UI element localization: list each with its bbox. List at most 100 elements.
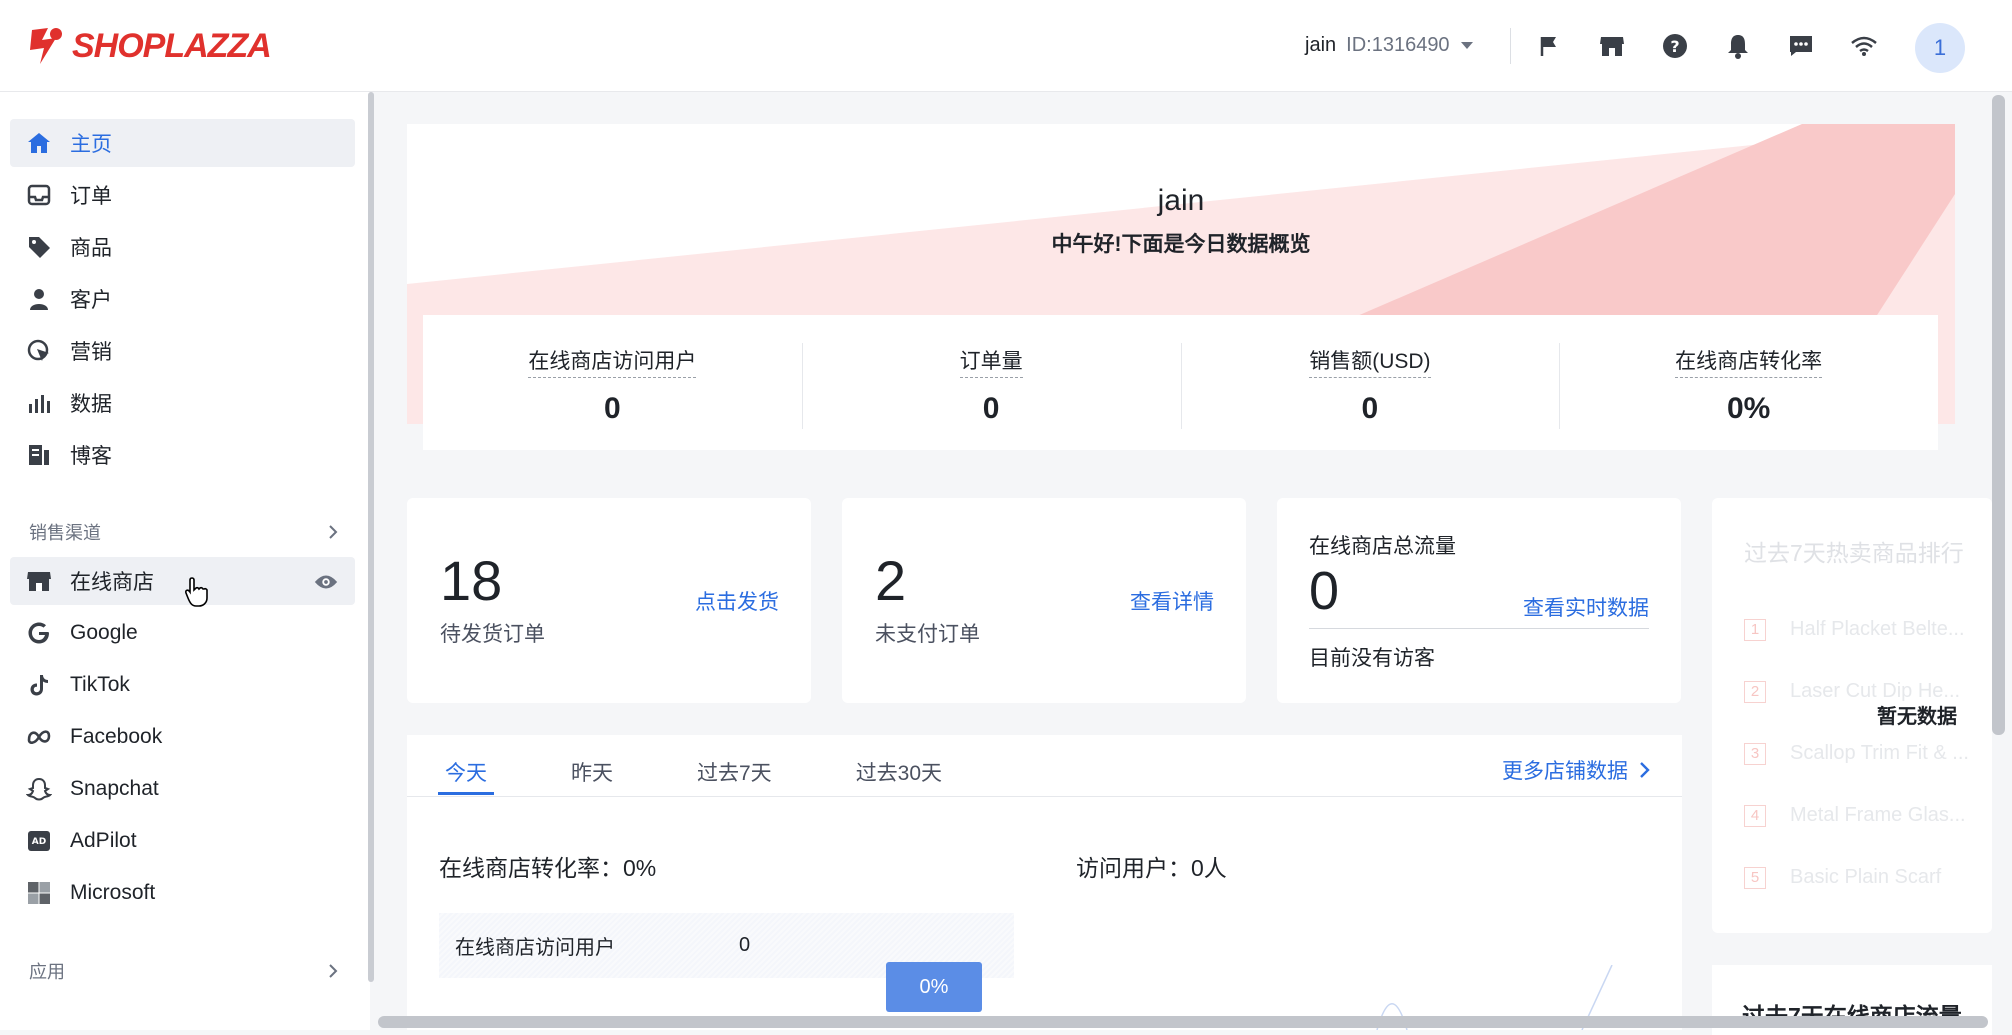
message-icon[interactable] xyxy=(1785,30,1817,62)
hot-product-item[interactable]: 1 Half Placket Belte... xyxy=(1744,618,1965,641)
sidebar-item-label: Google xyxy=(70,621,138,644)
sidebar-item-orders[interactable]: 订单 xyxy=(10,171,355,219)
visitors-kpi: 访问用户：0人 xyxy=(1076,855,1227,881)
sidebar-item-products[interactable]: 商品 xyxy=(10,223,355,271)
home-icon xyxy=(28,133,50,153)
sidebar-item-analytics[interactable]: 数据 xyxy=(10,379,355,427)
divider xyxy=(1309,628,1649,629)
stat-conversion: 在线商店转化率 0% xyxy=(1559,315,1938,450)
rank-badge: 3 xyxy=(1744,742,1766,765)
hot-product-item[interactable]: 3 Scallop Trim Fit & ... xyxy=(1744,742,1969,765)
blog-icon xyxy=(29,445,49,465)
wifi-icon[interactable] xyxy=(1848,30,1880,62)
inbox-icon xyxy=(27,184,51,206)
microsoft-icon xyxy=(28,882,50,904)
tag-icon xyxy=(29,237,50,258)
rank-badge: 5 xyxy=(1744,866,1766,889)
tiktok-icon xyxy=(30,675,48,696)
sidebar-item-label: 在线商店 xyxy=(70,571,154,594)
stat-label[interactable]: 订单量 xyxy=(959,345,1023,378)
sidebar-item-microsoft[interactable]: Microsoft xyxy=(10,869,355,917)
help-icon[interactable]: ? xyxy=(1659,30,1691,62)
flag-icon[interactable] xyxy=(1533,30,1565,62)
tab-last-7-days[interactable]: 过去7天 xyxy=(690,735,779,795)
sidebar: 主页 订单 商品 客户 营销 数据 博客 销售渠道 在线商店 Google Ti… xyxy=(0,92,370,1030)
avatar[interactable]: 1 xyxy=(1915,23,1965,73)
sidebar-item-google[interactable]: Google xyxy=(10,609,355,657)
sidebar-item-label: 博客 xyxy=(70,445,112,468)
tab-today[interactable]: 今天 xyxy=(438,735,494,795)
rank-badge: 2 xyxy=(1744,680,1766,703)
hot-product-item[interactable]: 4 Metal Frame Glas... xyxy=(1744,804,1966,827)
sidebar-item-label: Snapchat xyxy=(70,777,159,800)
bell-icon[interactable] xyxy=(1722,30,1754,62)
sidebar-item-label: 营销 xyxy=(70,341,112,364)
stat-label[interactable]: 在线商店访问用户 xyxy=(528,345,697,378)
sidebar-scrollbar[interactable] xyxy=(368,92,374,982)
chevron-right-icon xyxy=(1640,762,1650,778)
sidebar-item-label: Facebook xyxy=(70,725,163,748)
no-visitors-text: 目前没有访客 xyxy=(1309,647,1435,670)
realtime-data-link[interactable]: 查看实时数据 xyxy=(1523,592,1649,622)
stat-label[interactable]: 在线商店转化率 xyxy=(1675,345,1823,378)
apps-header[interactable]: 应用 xyxy=(29,958,339,984)
tab-yesterday[interactable]: 昨天 xyxy=(564,735,620,795)
sidebar-item-blog[interactable]: 博客 xyxy=(10,431,355,479)
hot-products-panel: 过去7天热卖商品排行 1 Half Placket Belte... 2 Laser… xyxy=(1712,498,1992,933)
tab-last-30-days[interactable]: 过去30天 xyxy=(849,735,949,795)
account-id: ID:1316490 xyxy=(1346,34,1450,56)
sidebar-item-snapchat[interactable]: Snapchat xyxy=(10,765,355,813)
funnel-percent-badge: 0% xyxy=(886,962,982,1012)
sidebar-item-label: 客户 xyxy=(70,289,112,312)
funnel-row-label: 在线商店访问用户 xyxy=(455,937,615,959)
sidebar-item-label: TikTok xyxy=(70,673,130,696)
sidebar-item-facebook[interactable]: Facebook xyxy=(10,713,355,761)
traffic-card: 在线商店总流量 0 查看实时数据 目前没有访客 xyxy=(1277,498,1681,703)
today-stats: 在线商店访问用户 0 订单量 0 销售额(USD) 0 在线商店转化率 0% xyxy=(423,315,1938,450)
no-data-text: 暂无数据 xyxy=(1877,706,1957,728)
stat-label[interactable]: 销售额(USD) xyxy=(1309,345,1431,378)
hand-cursor-icon xyxy=(185,577,208,607)
stat-visitors: 在线商店访问用户 0 xyxy=(423,315,802,450)
more-store-data-link[interactable]: 更多店铺数据 xyxy=(1502,755,1650,785)
sidebar-item-tiktok[interactable]: TikTok xyxy=(10,661,355,709)
unpaid-count: 2 xyxy=(875,549,907,612)
to-ship-card: 18 待发货订单 点击发货 xyxy=(407,498,811,703)
sidebar-item-marketing[interactable]: 营销 xyxy=(10,327,355,375)
product-name: Half Placket Belte... xyxy=(1790,618,1965,640)
ship-now-link[interactable]: 点击发货 xyxy=(695,586,779,616)
shoplazza-logo[interactable]: SHOPLAZZA xyxy=(26,26,272,66)
hot-product-item[interactable]: 5 Basic Plain Scarf xyxy=(1744,866,1941,889)
svg-text:?: ? xyxy=(1670,37,1679,56)
meta-icon xyxy=(27,730,51,744)
apps-title: 应用 xyxy=(29,962,65,982)
store-icon[interactable] xyxy=(1596,30,1628,62)
stat-value: 0 xyxy=(1361,392,1379,425)
sidebar-item-customers[interactable]: 客户 xyxy=(10,275,355,323)
conversion-kpi: 在线商店转化率：0% xyxy=(439,855,657,881)
hot-products-title: 过去7天热卖商品排行 xyxy=(1744,540,1964,566)
view-details-link[interactable]: 查看详情 xyxy=(1130,586,1214,616)
topbar-divider xyxy=(1510,28,1511,64)
sidebar-item-home[interactable]: 主页 xyxy=(10,119,355,167)
stat-value: 0 xyxy=(604,392,621,425)
unpaid-label: 未支付订单 xyxy=(875,623,980,646)
eye-icon[interactable] xyxy=(313,569,339,595)
main-horizontal-scrollbar[interactable] xyxy=(378,1016,1988,1028)
account-switcher[interactable]: jain ID:1316490 xyxy=(1305,34,1474,57)
traffic-title: 在线商店总流量 xyxy=(1309,535,1456,558)
sales-channels-header[interactable]: 销售渠道 xyxy=(29,519,339,545)
rank-badge: 4 xyxy=(1744,804,1766,827)
main-vertical-scrollbar[interactable] xyxy=(1992,95,2005,735)
chevron-right-icon xyxy=(329,525,338,539)
sidebar-item-online-store[interactable]: 在线商店 xyxy=(10,557,355,605)
sidebar-item-label: 数据 xyxy=(70,393,112,416)
stat-value: 0% xyxy=(1726,392,1771,425)
banner-greeting: 中午好!下面是今日数据概览 xyxy=(1051,233,1311,256)
bar-chart-icon xyxy=(29,395,50,413)
sidebar-item-label: AdPilot xyxy=(70,829,137,852)
top-bar: SHOPLAZZA jain ID:1316490 ? 1 xyxy=(0,0,2012,92)
period-tabs: 今天 昨天 过去7天 过去30天 xyxy=(438,735,1019,795)
sidebar-item-adpilot[interactable]: AD AdPilot xyxy=(10,817,355,865)
sidebar-item-label: 商品 xyxy=(70,237,112,260)
